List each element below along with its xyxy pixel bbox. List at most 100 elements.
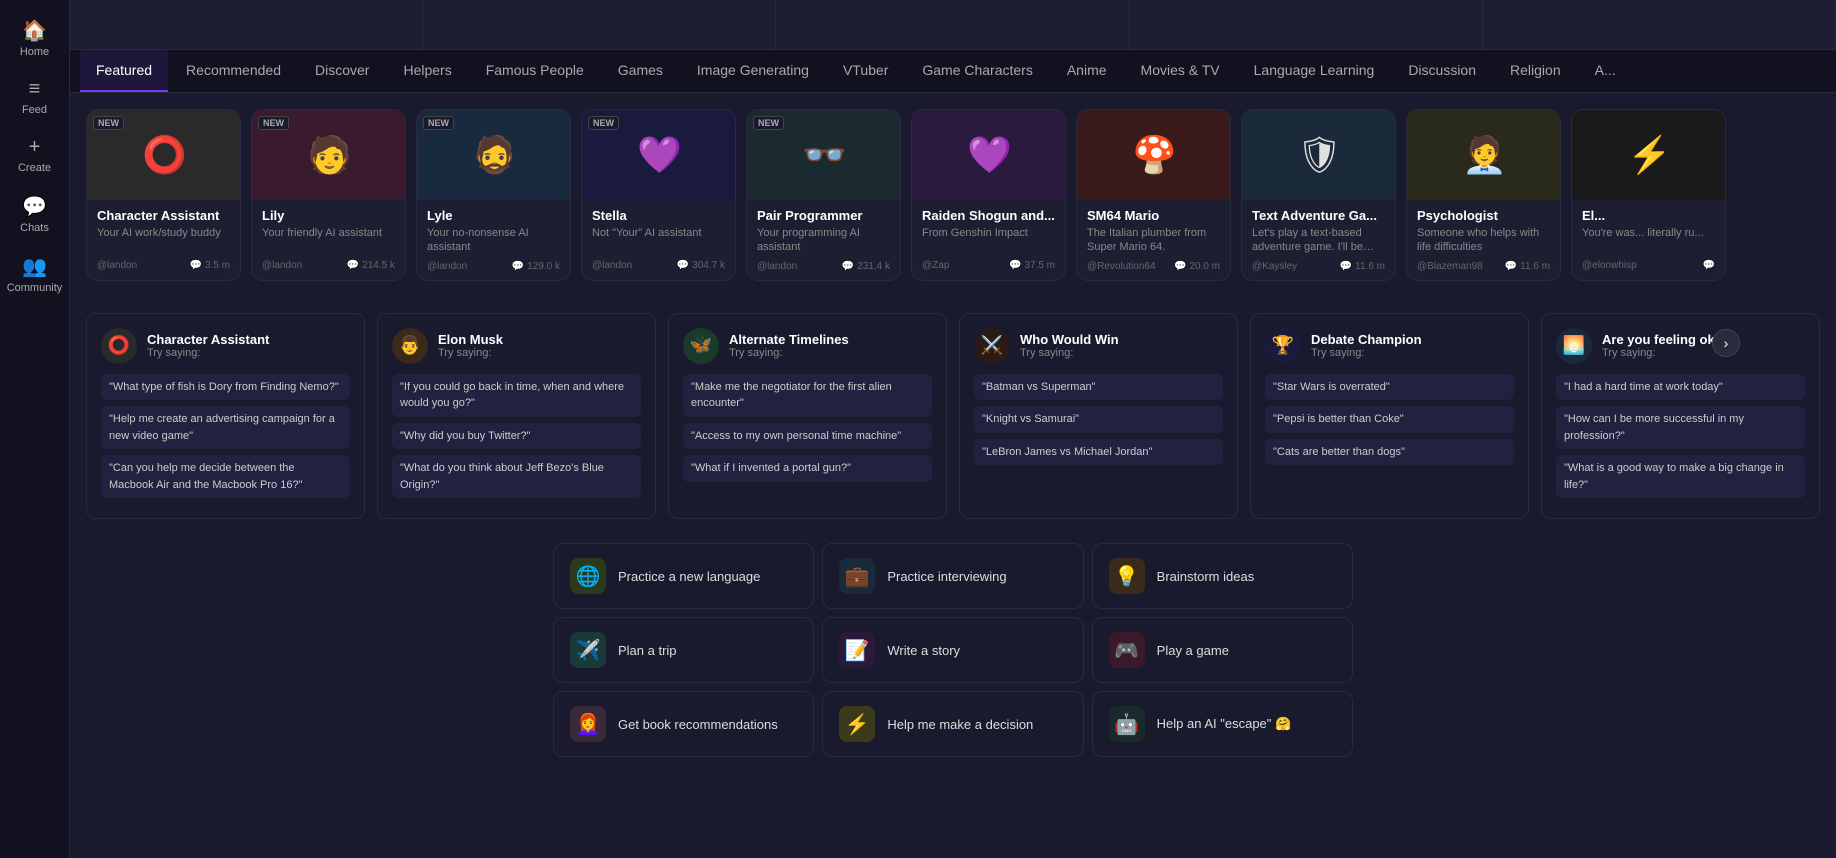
tab-movies-tv[interactable]: Movies & TV xyxy=(1125,50,1236,92)
try-prompt-elon-try-1[interactable]: "Why did you buy Twitter?" xyxy=(392,423,641,450)
try-prompt-elon-try-2[interactable]: "What do you think about Jeff Bezo's Blu… xyxy=(392,455,641,498)
activity-ai-escape[interactable]: 🤖 Help an AI "escape" 🤗 xyxy=(1092,691,1353,757)
try-prompt-debate-try-2[interactable]: "Cats are better than dogs" xyxy=(1265,439,1514,466)
try-info-feeling-okay-try: Are you feeling okay Try saying: xyxy=(1602,332,1729,359)
activity-icon-practice-interviewing: 💼 xyxy=(839,558,875,594)
card-bg-el: ⚡ xyxy=(1572,110,1726,200)
card-author-psychologist: @Blazeman98 xyxy=(1417,261,1483,272)
char-card-pair-programmer[interactable]: 👓 NEW Pair Programmer Your programming A… xyxy=(746,109,901,281)
banner-item-3[interactable] xyxy=(1130,0,1483,49)
tab-discussion[interactable]: Discussion xyxy=(1392,50,1492,92)
banner-item-2[interactable] xyxy=(776,0,1129,49)
card-bg-psychologist: 🧑‍💼 xyxy=(1407,110,1561,200)
tab-anime[interactable]: Anime xyxy=(1051,50,1123,92)
activity-make-decision[interactable]: ⚡ Help me make a decision xyxy=(822,691,1083,757)
sidebar-label-create: Create xyxy=(18,162,51,174)
try-prompt-char-assistant-try-0[interactable]: "What type of fish is Dory from Finding … xyxy=(101,374,350,401)
tab-more[interactable]: A... xyxy=(1579,50,1632,92)
banner-item-4[interactable] xyxy=(1483,0,1836,49)
try-card-elon-try[interactable]: 👨 Elon Musk Try saying: "If you could go… xyxy=(377,313,656,520)
card-name-mario: SM64 Mario xyxy=(1087,208,1220,223)
card-author-mario: @Revolution64 xyxy=(1087,261,1156,272)
char-card-el[interactable]: ⚡ El... You're was... literally ru... @e… xyxy=(1571,109,1726,281)
try-prompt-who-would-win-try-2[interactable]: "LeBron James vs Michael Jordan" xyxy=(974,439,1223,466)
sidebar: 🏠 Home ≡ Feed + Create 💬 Chats 👥 Communi… xyxy=(0,0,70,858)
tab-image-generating[interactable]: Image Generating xyxy=(681,50,825,92)
content-area: ⭕ NEW Character Assistant Your AI work/s… xyxy=(70,93,1836,858)
char-card-char-assistant[interactable]: ⭕ NEW Character Assistant Your AI work/s… xyxy=(86,109,241,281)
card-info-stella: Stella Not "Your" AI assistant @landon 💬… xyxy=(582,200,735,279)
activity-book-recs[interactable]: 👩‍🦰 Get book recommendations xyxy=(553,691,814,757)
try-header-elon-try: 👨 Elon Musk Try saying: xyxy=(392,328,641,364)
tab-discover[interactable]: Discover xyxy=(299,50,385,92)
char-card-lyle[interactable]: 🧔 NEW Lyle Your no-nonsense AI assistant… xyxy=(416,109,571,281)
tab-helpers[interactable]: Helpers xyxy=(387,50,467,92)
try-prompt-who-would-win-try-1[interactable]: "Knight vs Samurai" xyxy=(974,406,1223,433)
sidebar-item-chats[interactable]: 💬 Chats xyxy=(5,186,65,242)
try-prompt-feeling-okay-try-1[interactable]: "How can I be more successful in my prof… xyxy=(1556,406,1805,449)
tab-games[interactable]: Games xyxy=(602,50,679,92)
try-prompt-elon-try-0[interactable]: "If you could go back in time, when and … xyxy=(392,374,641,417)
try-prompt-feeling-okay-try-0[interactable]: "I had a hard time at work today" xyxy=(1556,374,1805,401)
try-avatar-alt-timelines-try: 🦋 xyxy=(683,328,719,364)
sidebar-item-feed[interactable]: ≡ Feed xyxy=(5,70,65,124)
card-author-lily: @landon xyxy=(262,260,302,271)
card-count-lyle: 💬129.0 k xyxy=(512,261,560,272)
card-desc-stella: Not "Your" AI assistant xyxy=(592,226,725,254)
tab-famous-people[interactable]: Famous People xyxy=(470,50,600,92)
card-info-el: El... You're was... literally ru... @elo… xyxy=(1572,200,1725,279)
tab-game-characters[interactable]: Game Characters xyxy=(906,50,1048,92)
char-card-raiden[interactable]: 💜 Raiden Shogun and... From Genshin Impa… xyxy=(911,109,1066,281)
tab-religion[interactable]: Religion xyxy=(1494,50,1577,92)
card-image-mario: 🍄 xyxy=(1077,110,1231,200)
char-card-psychologist[interactable]: 🧑‍💼 Psychologist Someone who helps with … xyxy=(1406,109,1561,281)
sidebar-item-home[interactable]: 🏠 Home xyxy=(5,10,65,66)
tab-featured[interactable]: Featured xyxy=(80,50,168,92)
activity-brainstorm-ideas[interactable]: 💡 Brainstorm ideas xyxy=(1092,543,1353,609)
try-card-who-would-win-try[interactable]: ⚔️ Who Would Win Try saying: "Batman vs … xyxy=(959,313,1238,520)
activity-write-story[interactable]: 📝 Write a story xyxy=(822,617,1083,683)
try-card-feeling-okay-try[interactable]: 🌅 Are you feeling okay Try saying: "I ha… xyxy=(1541,313,1820,520)
activity-play-game[interactable]: 🎮 Play a game xyxy=(1092,617,1353,683)
tab-recommended[interactable]: Recommended xyxy=(170,50,297,92)
try-prompt-alt-timelines-try-2[interactable]: "What if I invented a portal gun?" xyxy=(683,455,932,482)
activity-label-make-decision: Help me make a decision xyxy=(887,717,1033,732)
try-prompt-alt-timelines-try-1[interactable]: "Access to my own personal time machine" xyxy=(683,423,932,450)
sidebar-item-create[interactable]: + Create xyxy=(5,128,65,182)
chat-icon-text-adventure: 💬 xyxy=(1340,261,1352,272)
banner-item-1[interactable] xyxy=(423,0,776,49)
try-header-char-assistant-try: ⭕ Character Assistant Try saying: xyxy=(101,328,350,364)
activity-practice-language[interactable]: 🌐 Practice a new language xyxy=(553,543,814,609)
card-count-el: 💬 xyxy=(1703,260,1715,271)
card-bg-mario: 🍄 xyxy=(1077,110,1231,200)
new-badge-lyle: NEW xyxy=(423,116,454,130)
char-card-mario[interactable]: 🍄 SM64 Mario The Italian plumber from Su… xyxy=(1076,109,1231,281)
try-card-alt-timelines-try[interactable]: 🦋 Alternate Timelines Try saying: "Make … xyxy=(668,313,947,520)
card-count-raiden: 💬37.5 m xyxy=(1009,260,1055,271)
activity-plan-trip[interactable]: ✈️ Plan a trip xyxy=(553,617,814,683)
sidebar-item-community[interactable]: 👥 Community xyxy=(5,246,65,302)
new-badge-pair-programmer: NEW xyxy=(753,116,784,130)
try-prompt-who-would-win-try-0[interactable]: "Batman vs Superman" xyxy=(974,374,1223,401)
try-prompt-alt-timelines-try-0[interactable]: "Make me the negotiator for the first al… xyxy=(683,374,932,417)
char-card-text-adventure[interactable]: 🛡 Text Adventure Ga... Let's play a text… xyxy=(1241,109,1396,281)
try-prompt-char-assistant-try-1[interactable]: "Help me create an advertising campaign … xyxy=(101,406,350,449)
try-avatar-who-would-win-try: ⚔️ xyxy=(974,328,1010,364)
try-prompt-debate-try-0[interactable]: "Star Wars is overrated" xyxy=(1265,374,1514,401)
chat-icon-psychologist: 💬 xyxy=(1505,261,1517,272)
activity-practice-interviewing[interactable]: 💼 Practice interviewing xyxy=(822,543,1083,609)
try-prompt-char-assistant-try-2[interactable]: "Can you help me decide between the Macb… xyxy=(101,455,350,498)
banner-item-0[interactable] xyxy=(70,0,423,49)
try-prompt-debate-try-1[interactable]: "Pepsi is better than Coke" xyxy=(1265,406,1514,433)
tab-vtuber[interactable]: VTuber xyxy=(827,50,904,92)
try-prompt-feeling-okay-try-2[interactable]: "What is a good way to make a big change… xyxy=(1556,455,1805,498)
char-card-stella[interactable]: 💜 NEW Stella Not "Your" AI assistant @la… xyxy=(581,109,736,281)
try-header-who-would-win-try: ⚔️ Who Would Win Try saying: xyxy=(974,328,1223,364)
try-card-char-assistant-try[interactable]: ⭕ Character Assistant Try saying: "What … xyxy=(86,313,365,520)
try-card-debate-try[interactable]: 🏆 Debate Champion Try saying: "Star Wars… xyxy=(1250,313,1529,520)
cards-next-arrow[interactable]: › xyxy=(1712,329,1740,357)
char-card-lily[interactable]: 🧑 NEW Lily Your friendly AI assistant @l… xyxy=(251,109,406,281)
try-name-who-would-win-try: Who Would Win xyxy=(1020,332,1119,347)
activity-label-play-game: Play a game xyxy=(1157,643,1229,658)
tab-language-learning[interactable]: Language Learning xyxy=(1238,50,1391,92)
